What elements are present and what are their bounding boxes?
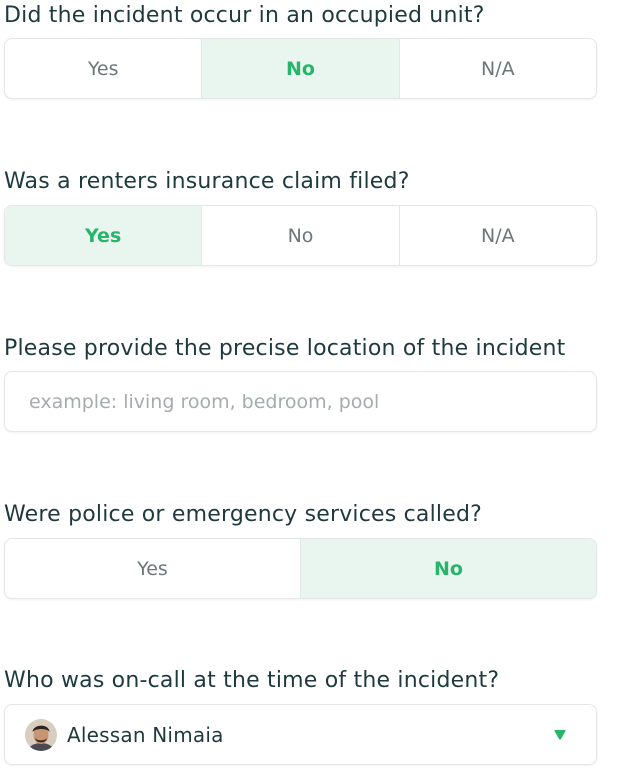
occupied-unit-option-no[interactable]: No: [202, 39, 400, 98]
avatar: [25, 718, 57, 751]
on-call-selected-value: Alessan Nimaia: [67, 722, 224, 747]
police-called-segmented-control: Yes No: [4, 538, 597, 599]
on-call-select[interactable]: Alessan Nimaia: [4, 704, 597, 765]
question-location-label: Please provide the precise location of t…: [4, 336, 566, 361]
police-called-option-yes[interactable]: Yes: [5, 539, 301, 598]
question-on-call-label: Who was on-call at the time of the incid…: [4, 668, 500, 693]
insurance-claim-option-no[interactable]: No: [202, 206, 400, 265]
occupied-unit-option-yes[interactable]: Yes: [5, 39, 203, 98]
caret-down-icon: [552, 727, 568, 743]
insurance-claim-option-yes[interactable]: Yes: [5, 206, 203, 265]
insurance-claim-option-na[interactable]: N/A: [400, 206, 596, 265]
occupied-unit-option-na[interactable]: N/A: [400, 39, 596, 98]
question-police-called-label: Were police or emergency services called…: [4, 502, 483, 527]
occupied-unit-segmented-control: Yes No N/A: [4, 38, 597, 99]
question-insurance-claim-label: Was a renters insurance claim filed?: [4, 169, 410, 194]
police-called-option-no[interactable]: No: [301, 539, 596, 598]
question-occupied-unit-label: Did the incident occur in an occupied un…: [4, 3, 485, 28]
insurance-claim-segmented-control: Yes No N/A: [4, 205, 597, 266]
location-input[interactable]: [4, 371, 597, 432]
